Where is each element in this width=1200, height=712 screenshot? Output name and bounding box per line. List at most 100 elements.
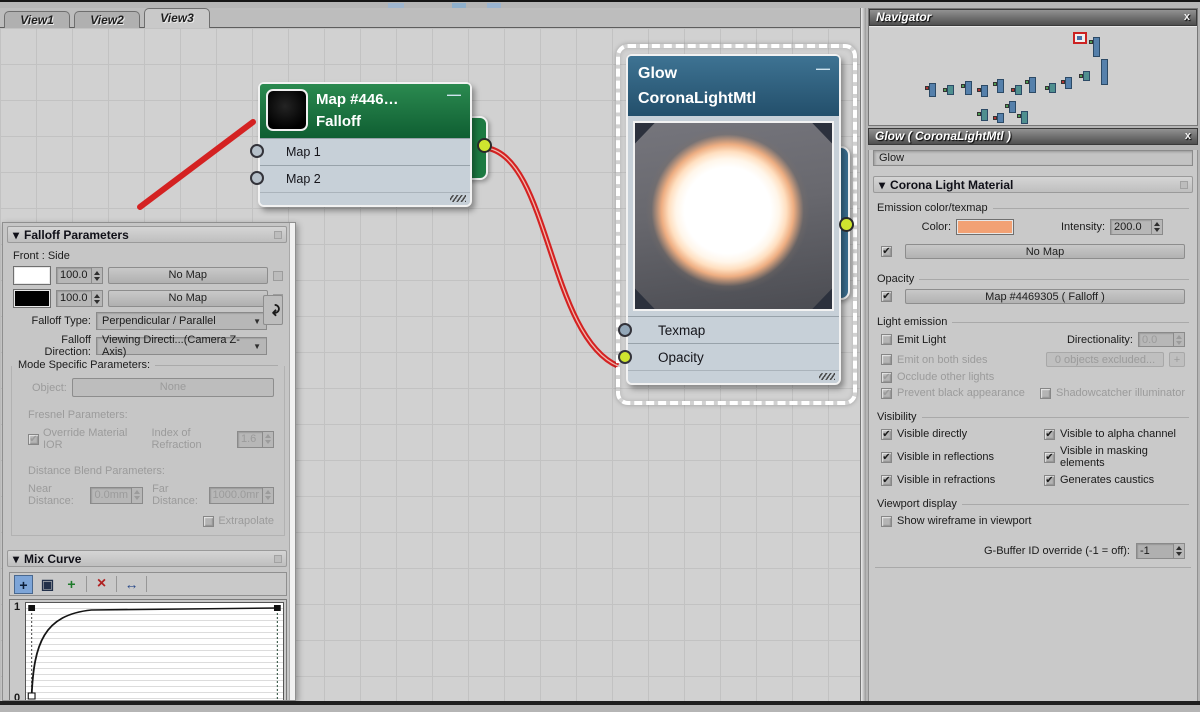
near-distance-spinner[interactable]: 0.0mm	[90, 486, 144, 504]
extrapolate-checkbox[interactable]	[203, 515, 215, 527]
curve-y-max-label: 1	[14, 601, 21, 613]
minimap-node[interactable]	[961, 81, 972, 95]
map2-input-socket-icon[interactable]	[250, 171, 264, 185]
occlude-other-lights-checkbox[interactable]: ✔	[881, 371, 892, 383]
falloff-slot-map2[interactable]: Map 2	[250, 165, 470, 192]
rollout-falloff-parameters[interactable]: ▾ Falloff Parameters	[7, 226, 287, 243]
emission-map-checkbox[interactable]: ✔	[881, 246, 892, 257]
emit-light-checkbox[interactable]	[881, 334, 892, 345]
minimap-node[interactable]	[1089, 37, 1100, 57]
visible-refractions-checkbox[interactable]: ✔	[881, 474, 892, 486]
far-distance-spinner[interactable]: 1000.0mr	[208, 486, 274, 504]
opacity-map-button[interactable]: Map #4469305 ( Falloff )	[905, 289, 1185, 304]
minimap-node[interactable]	[1005, 101, 1016, 113]
glow-slot-opacity[interactable]: Opacity	[618, 343, 839, 370]
minimap-node[interactable]	[1061, 77, 1072, 89]
visible-alpha-checkbox[interactable]: ✔	[1044, 428, 1055, 440]
tab-view3[interactable]: View3	[144, 8, 210, 28]
resize-grip-icon[interactable]	[450, 195, 466, 202]
opacity-input-socket-icon[interactable]	[618, 350, 632, 364]
delete-point-icon[interactable]: ×	[92, 575, 111, 594]
mix-curve-graph[interactable]: 1 0	[9, 599, 287, 700]
falloff-node[interactable]: Map #446… Falloff — Map 1 Map 2	[250, 82, 472, 207]
ior-spinner[interactable]: 1.6	[237, 430, 274, 448]
material-panel-titlebar[interactable]: Glow ( CoronaLightMtl ) x	[868, 128, 1198, 145]
rollout-mix-curve[interactable]: ▾ Mix Curve	[7, 550, 287, 567]
swap-colors-button[interactable]: ↷	[263, 295, 283, 325]
minimap-node[interactable]	[1101, 59, 1108, 85]
minimap-node[interactable]	[977, 85, 988, 97]
tab-view2[interactable]: View2	[74, 11, 140, 28]
add-excluded-button[interactable]: +	[1169, 352, 1185, 367]
wire-to-falloff[interactable]	[137, 119, 256, 210]
falloff-direction-dropdown[interactable]: Viewing Directi...(Camera Z-Axis) ▼	[96, 334, 267, 358]
glow-slot-texmap[interactable]: Texmap	[618, 316, 839, 343]
front-map-checkbox[interactable]	[273, 270, 283, 281]
minimap-node[interactable]	[1017, 111, 1028, 124]
front-amount-spinner[interactable]: 100.0	[56, 267, 103, 284]
side-map-button[interactable]: No Map	[107, 290, 268, 307]
front-color-swatch[interactable]	[13, 266, 51, 285]
material-name-field[interactable]: Glow	[873, 150, 1193, 166]
side-color-swatch[interactable]	[13, 289, 51, 308]
emission-map-button[interactable]: No Map	[905, 244, 1185, 259]
navigator-titlebar[interactable]: Navigator x	[869, 9, 1197, 26]
directionality-spinner[interactable]: 0.0	[1138, 332, 1185, 347]
falloff-node-header[interactable]: Map #446… Falloff —	[260, 84, 470, 138]
emission-color-swatch[interactable]	[956, 219, 1014, 235]
minimap-node[interactable]	[1025, 77, 1036, 93]
minimap-node[interactable]	[943, 85, 954, 95]
intensity-spinner[interactable]: 200.0	[1110, 219, 1164, 235]
curve-area[interactable]	[25, 602, 284, 700]
move-points-icon[interactable]: +	[14, 574, 33, 594]
minimap-node[interactable]	[993, 113, 1004, 123]
objects-excluded-button[interactable]: 0 objects excluded...	[1046, 352, 1164, 367]
minimap-node[interactable]	[977, 109, 988, 121]
navigator-selected-node-icon[interactable]	[1073, 32, 1087, 44]
emit-both-sides-checkbox[interactable]	[881, 354, 892, 365]
visible-masking-checkbox[interactable]: ✔	[1044, 451, 1055, 463]
falloff-slot-map1[interactable]: Map 1	[250, 138, 470, 165]
resize-grip-icon[interactable]	[819, 373, 835, 380]
falloff-output-port[interactable]	[477, 138, 492, 153]
minimap-node[interactable]	[993, 79, 1004, 93]
glow-material-output-port[interactable]	[839, 217, 854, 232]
add-point-icon[interactable]: +	[62, 575, 81, 594]
side-amount-spinner[interactable]: 100.0	[56, 290, 103, 307]
prevent-black-checkbox[interactable]: ✔	[881, 387, 892, 399]
material-preview[interactable]	[633, 121, 834, 311]
prevent-black-label: Prevent black appearance	[897, 387, 1025, 399]
override-ior-checkbox[interactable]: ✔	[28, 433, 39, 445]
navigator-minimap[interactable]	[869, 26, 1197, 125]
collapse-icon[interactable]: —	[816, 58, 830, 80]
close-icon[interactable]: x	[1184, 10, 1190, 25]
tab-view1[interactable]: View1	[4, 11, 70, 28]
front-map-button[interactable]: No Map	[107, 267, 268, 284]
generates-caustics-checkbox[interactable]: ✔	[1044, 474, 1055, 486]
pan-zoom-icon[interactable]: ↔	[122, 575, 141, 594]
gbuffer-spinner[interactable]: -1	[1136, 543, 1185, 559]
texmap-input-socket-icon[interactable]	[618, 323, 632, 337]
collapse-icon[interactable]: —	[447, 86, 461, 102]
glow-node-header[interactable]: Glow CoronaLightMtl —	[628, 56, 839, 116]
opacity-map-checkbox[interactable]: ✔	[881, 291, 892, 302]
node-graph-canvas[interactable]: Map #446… Falloff — Map 1 Map 2 Glow Cor…	[0, 28, 860, 703]
glow-coronalightmtl-node[interactable]: Glow CoronaLightMtl — Texmap Opacity	[618, 54, 841, 385]
object-pick-button[interactable]: None	[71, 378, 274, 397]
falloff-type-dropdown[interactable]: Perpendicular / Parallel ▼	[96, 312, 267, 330]
minimap-node[interactable]	[925, 83, 936, 97]
visible-reflections-checkbox[interactable]: ✔	[881, 451, 892, 463]
show-wireframe-checkbox[interactable]	[881, 515, 892, 527]
map1-input-socket-icon[interactable]	[250, 144, 264, 158]
minimap-node[interactable]	[1079, 71, 1090, 81]
panel-scrollbar[interactable]	[289, 223, 295, 700]
rollout-corona-light-material[interactable]: ▾ Corona Light Material	[873, 176, 1193, 193]
minimap-node[interactable]	[1011, 85, 1022, 95]
override-ior-label: Override Material IOR	[43, 427, 128, 451]
visible-directly-checkbox[interactable]: ✔	[881, 428, 892, 440]
minimap-node[interactable]	[1045, 83, 1056, 93]
shadowcatcher-checkbox[interactable]	[1039, 387, 1051, 399]
falloff-thumbnail[interactable]	[266, 89, 308, 131]
scale-point-icon[interactable]: ▣	[38, 575, 57, 594]
close-icon[interactable]: x	[1185, 129, 1191, 144]
